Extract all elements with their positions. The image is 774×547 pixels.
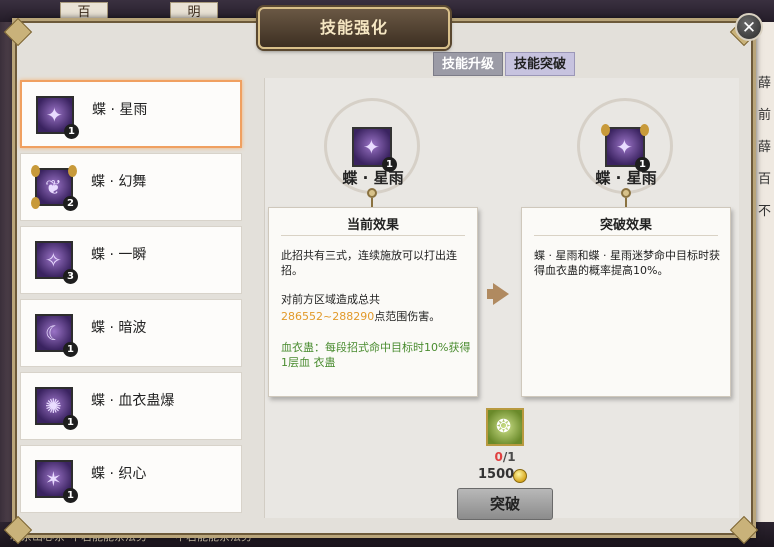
butterfly-star-rain-icon: ✦ 1	[601, 124, 650, 172]
skill-name: 蝶 · 幻舞	[91, 174, 147, 190]
skill-name: 蝶 · 暗波	[91, 320, 147, 336]
current-effect-title: 当前效果	[346, 218, 399, 233]
breakthrough-effect-description: 蝶 · 星雨和蝶 · 星雨迷梦命中目标时获得血衣蛊的概率提高10%。	[534, 249, 720, 277]
skill-list: ✦ 1 蝶 · 星雨 ❦ 2 蝶 · 幻舞 ✧ 3 蝶 · 一瞬 ☾ 1 蝶 · 暗波 …	[18, 78, 244, 518]
skill-level-badge: 3	[63, 269, 78, 284]
skill-list-item[interactable]: ✺ 1 蝶 · 血衣蛊爆	[20, 372, 242, 440]
breakthrough-effect-title: 突破效果	[599, 218, 652, 233]
jade-material-icon[interactable]: ❂	[486, 408, 524, 446]
close-button[interactable]: ✕	[735, 13, 763, 41]
tab-skill-upgrade[interactable]: 技能升级	[433, 52, 503, 76]
background-text: 不	[758, 204, 772, 219]
skill-level-badge: 2	[63, 196, 78, 211]
breakthrough-button[interactable]: 突破	[457, 488, 553, 520]
skill-list-item[interactable]: ✦ 1 蝶 · 星雨	[20, 80, 242, 148]
skill-list-item[interactable]: ❦ 2 蝶 · 幻舞	[20, 153, 242, 221]
skill-name: 蝶 · 星雨	[92, 102, 148, 118]
breakthrough-effect-card: 突破效果 蝶 · 星雨和蝶 · 星雨迷梦命中目标时获得血衣蛊的概率提高10%。	[521, 207, 731, 397]
background-text: 薛	[758, 76, 772, 91]
butterfly-blood-gu-burst-icon: ✺ 1	[35, 387, 78, 430]
skill-level-badge: 1	[63, 342, 78, 357]
arrow-right-icon	[493, 283, 509, 305]
skill-name: 蝶 · 织心	[91, 466, 147, 482]
butterfly-instant-icon: ✧ 3	[35, 241, 78, 284]
skill-name: 蝶 · 一瞬	[91, 247, 147, 263]
butterfly-star-rain-icon: ✦ 1	[352, 127, 397, 172]
skill-level-badge: 1	[64, 124, 79, 139]
butterfly-weave-heart-icon: ✶ 1	[35, 460, 78, 503]
damage-suffix: 点范围伤害。	[374, 310, 441, 323]
background-text: 前	[758, 108, 772, 123]
skill-name: 蝶 · 血衣蛊爆	[91, 393, 175, 409]
material-need: /1	[502, 450, 516, 464]
butterfly-phantom-dance-icon: ❦ 2	[31, 165, 78, 211]
current-skill-name: 蝶 · 星雨	[342, 169, 404, 187]
breakthrough-skill-name: 蝶 · 星雨	[595, 169, 657, 187]
current-effect-damage-intro: 对前方区域造成总共	[281, 293, 380, 306]
butterfly-dark-wave-icon: ☾ 1	[35, 314, 78, 357]
skill-list-item[interactable]: ☾ 1 蝶 · 暗波	[20, 299, 242, 367]
current-effect-extra: 血衣蛊：每段招式命中目标时10%获得1层血 衣蛊	[281, 341, 471, 369]
skill-list-item[interactable]: ✧ 3 蝶 · 一瞬	[20, 226, 242, 294]
skill-level-badge: 1	[63, 488, 78, 503]
material-count: 0/1	[480, 450, 530, 464]
background-text: 百	[758, 172, 772, 187]
background-text: 薛	[758, 140, 772, 155]
current-effect-damage: 286552~288290点范围伤害。	[281, 309, 471, 324]
skill-level-badge: 1	[63, 415, 78, 430]
current-effect-card: 当前效果 此招共有三式，连续施放可以打出连招。 对前方区域造成总共 286552…	[268, 207, 478, 397]
divider	[281, 235, 465, 236]
window-title: 技能强化	[258, 7, 450, 49]
damage-range: 286552~288290	[281, 310, 375, 323]
current-effect-description: 此招共有三式，连续施放可以打出连招。	[281, 249, 457, 277]
butterfly-star-rain-icon: ✦ 1	[36, 96, 79, 139]
coin-icon	[513, 469, 527, 483]
divider	[534, 235, 718, 236]
tab-skill-breakthrough[interactable]: 技能突破	[505, 52, 575, 76]
skill-list-item[interactable]: ✶ 1 蝶 · 织心	[20, 445, 242, 513]
coin-cost: 1500	[478, 467, 515, 482]
material-have: 0	[494, 450, 503, 464]
